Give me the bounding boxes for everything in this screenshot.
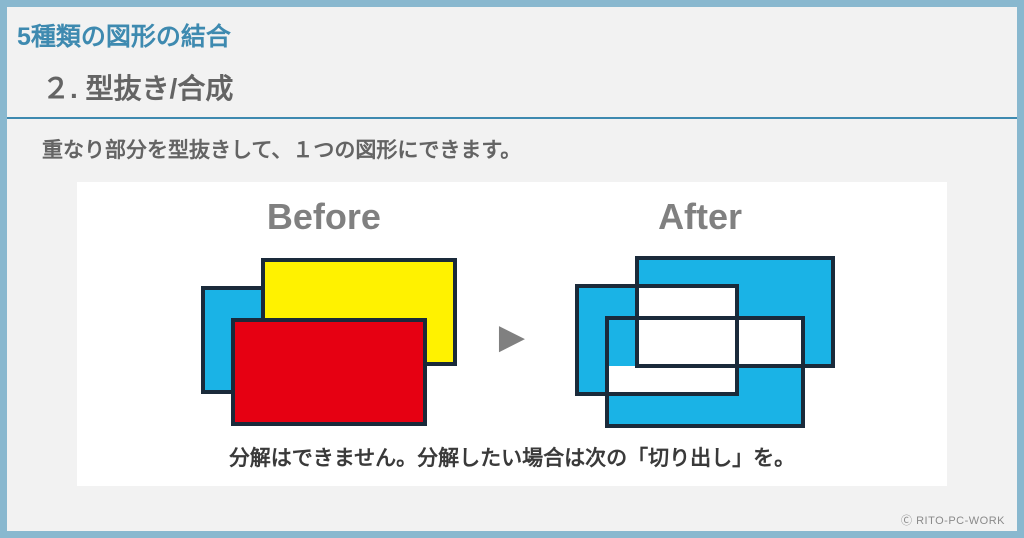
diagram-caption: 分解はできません。分解したい場合は次の「切り出し」を。 <box>97 428 927 472</box>
section-description: 重なり部分を型抜きして、１つの図形にできます。 <box>7 119 1017 164</box>
arrow-icon: ▶ <box>499 317 525 357</box>
diagram-panel: Before ▶ After <box>77 182 947 486</box>
before-stage <box>179 248 469 428</box>
diagram-row: Before ▶ After <box>97 196 927 428</box>
page-title: 5種類の図形の結合 <box>7 7 1017 53</box>
watermark: Ⓒ RITO-PC-WORK <box>901 512 1005 528</box>
after-label: After <box>658 196 742 238</box>
after-stage <box>555 248 845 428</box>
before-shape-red <box>231 318 427 426</box>
after-column: After <box>555 196 845 428</box>
section-title: ２. 型抜き/合成 <box>7 53 1017 119</box>
before-label: Before <box>267 196 381 238</box>
after-composite-svg <box>555 248 845 428</box>
before-column: Before <box>179 196 469 428</box>
